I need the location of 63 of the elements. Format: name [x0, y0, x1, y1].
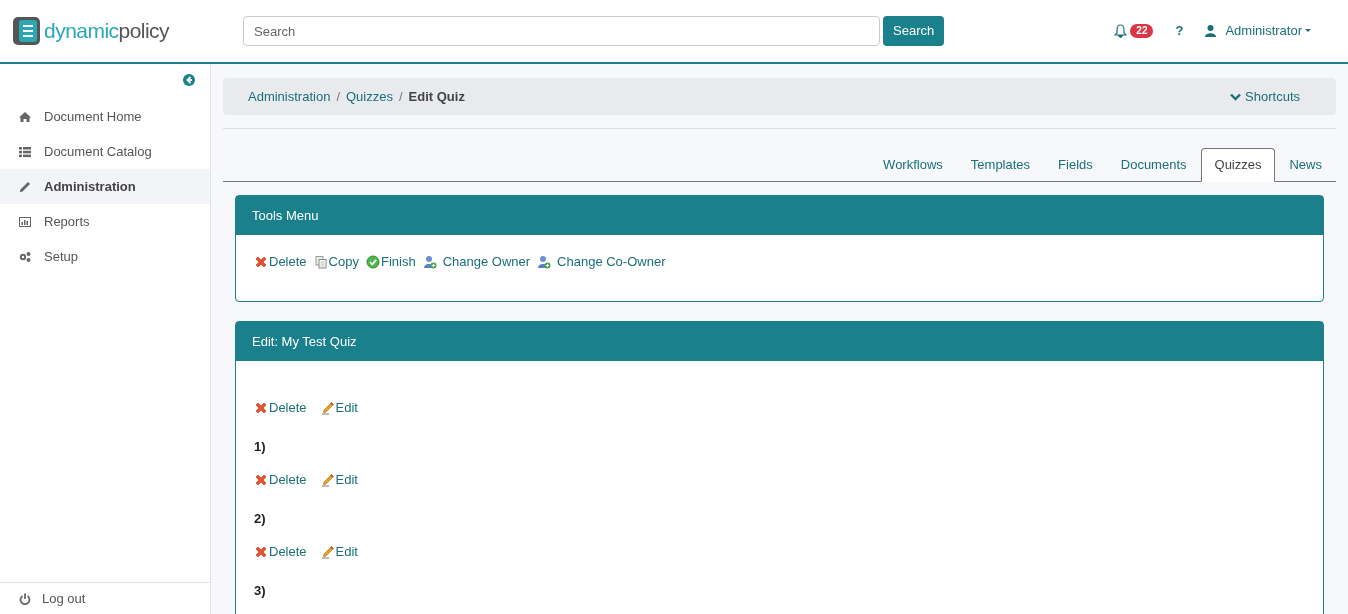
delete-icon [254, 401, 268, 415]
action-link[interactable]: Copy [313, 251, 359, 272]
breadcrumb-separator: / [336, 87, 340, 106]
tab[interactable]: Documents [1106, 148, 1201, 181]
chevron-down-icon [1230, 92, 1242, 101]
breadcrumb-current: Edit Quiz [408, 87, 465, 106]
tab[interactable]: Quizzes [1200, 148, 1276, 182]
action-link[interactable]: Edit [320, 470, 358, 490]
help-link[interactable]: ? [1175, 21, 1184, 41]
logout-link[interactable]: Log out [42, 588, 86, 609]
delete-icon [254, 254, 268, 269]
user-menu[interactable]: Administrator [1225, 21, 1311, 41]
home-icon [19, 110, 31, 123]
sidebar-item[interactable]: Document Catalog [0, 134, 210, 169]
breadcrumb-separator: / [398, 87, 403, 106]
pencil-icon [19, 180, 31, 193]
pencil-icon [320, 401, 335, 415]
action-link[interactable]: Edit [320, 542, 358, 562]
gears-icon [19, 250, 31, 263]
sidebar-item[interactable]: Setup [0, 239, 210, 274]
sidebar-item[interactable]: Administration [0, 169, 210, 204]
pencil-icon [320, 473, 335, 487]
action-link[interactable]: Edit [320, 398, 358, 418]
action-link[interactable]: Finish [365, 251, 416, 272]
tab[interactable]: News [1275, 148, 1336, 181]
action-link[interactable]: Delete [254, 398, 307, 418]
action-link[interactable]: Change Owner [422, 251, 531, 272]
tab[interactable]: Fields [1044, 148, 1107, 181]
caret-icon [1305, 29, 1311, 33]
power-icon [19, 592, 31, 605]
copy-icon [313, 254, 328, 269]
action-link[interactable]: Delete [254, 470, 307, 490]
action-link[interactable]: Delete [254, 251, 307, 272]
check-icon [365, 254, 380, 269]
collapse-icon[interactable] [183, 74, 195, 86]
panel-header: Edit: My Test Quiz [236, 322, 1323, 361]
pencil-icon [320, 545, 335, 559]
tab[interactable]: Templates [956, 148, 1045, 181]
sidebar-item[interactable]: Reports [0, 204, 210, 239]
chart-icon [19, 215, 31, 228]
action-link[interactable]: Delete [254, 542, 307, 562]
bell-icon[interactable] [1114, 24, 1128, 38]
user-add-icon [537, 254, 552, 269]
question-number: 1) [254, 438, 267, 456]
search-button[interactable]: Search [883, 16, 945, 46]
action-link[interactable]: Change Co-Owner [537, 251, 666, 272]
notification-badge: 22 [1130, 24, 1154, 38]
delete-icon [254, 473, 268, 487]
sidebar-item[interactable]: Document Home [0, 99, 210, 134]
panel-header: Tools Menu [236, 196, 1323, 235]
delete-icon [254, 545, 268, 559]
logo-text: dynamicpolicy [44, 18, 170, 45]
shortcuts-button[interactable]: Shortcuts [1230, 86, 1300, 107]
question-number: 3) [254, 582, 267, 600]
user-add-icon [422, 254, 437, 269]
breadcrumb-link[interactable]: Administration [248, 86, 331, 107]
search-field[interactable]: Search [243, 16, 880, 46]
user-icon [1205, 25, 1217, 37]
logo-icon [13, 17, 40, 45]
breadcrumb-link[interactable]: Quizzes [346, 86, 393, 107]
tab[interactable]: Workflows [869, 148, 957, 181]
question-number: 2) [254, 510, 267, 528]
list-icon [19, 145, 31, 158]
